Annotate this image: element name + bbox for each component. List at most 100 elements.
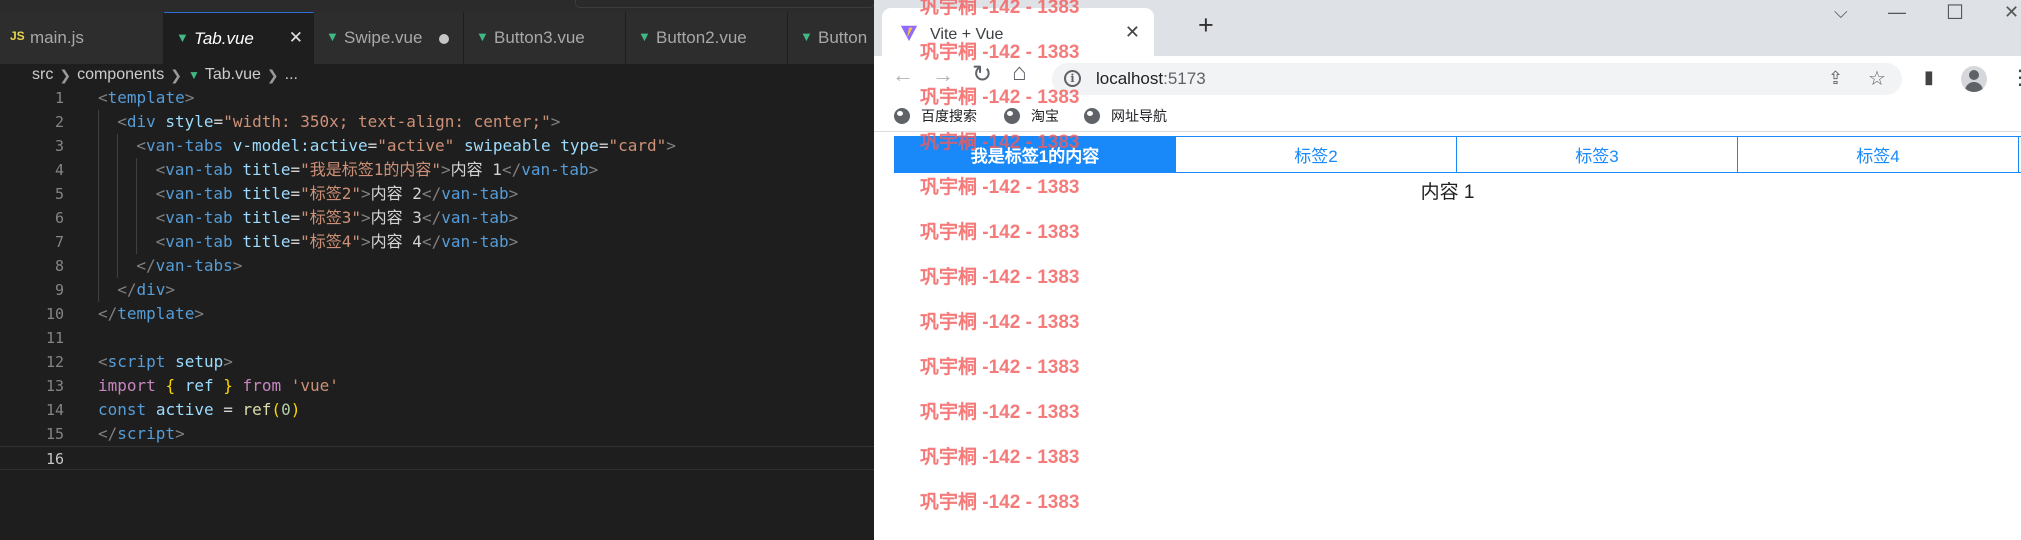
home-button[interactable]: ⌂ bbox=[1012, 59, 1027, 87]
code-line[interactable]: 10 </template> bbox=[0, 302, 874, 326]
breadcrumb-tail[interactable]: ... bbox=[285, 66, 298, 84]
back-button[interactable]: ← bbox=[892, 62, 914, 88]
bookmark-label: 淘宝 bbox=[1031, 108, 1059, 124]
code-line[interactable]: 5 <van-tab title="标签2">内容 2</van-tab> bbox=[0, 182, 874, 206]
reload-button[interactable]: ↻ bbox=[972, 60, 992, 89]
code-token: ( bbox=[271, 400, 282, 419]
close-icon[interactable]: ✕ bbox=[1125, 22, 1140, 43]
tab-4[interactable]: 标签4 bbox=[1738, 137, 2019, 172]
code-token: van-tab bbox=[441, 184, 509, 203]
tab-3[interactable]: 标签3 bbox=[1457, 137, 1738, 172]
menu-icon[interactable]: ⋮ bbox=[2010, 65, 2021, 90]
code-text: </div> bbox=[117, 278, 175, 302]
browser-tab-active[interactable]: Vite + Vue ✕ bbox=[882, 8, 1154, 56]
code-token: 'vue' bbox=[290, 376, 339, 395]
tab-1[interactable]: 我是标签1的内容 bbox=[895, 137, 1176, 172]
code-token: swipeable bbox=[463, 136, 551, 155]
code-line[interactable]: 15 </script> bbox=[0, 422, 874, 446]
close-icon[interactable]: ✕ bbox=[289, 28, 303, 48]
unsaved-dot-icon[interactable] bbox=[439, 34, 449, 44]
chevron-down-icon[interactable]: ⌵ bbox=[1834, 2, 1848, 23]
editor-tab-swipe-vue[interactable]: ▼ Swipe.vue bbox=[314, 12, 464, 64]
line-number: 10 bbox=[45, 305, 64, 323]
code-line[interactable]: 3 <van-tabs v-model:active="active" swipe… bbox=[0, 134, 874, 158]
code-line[interactable]: 9 </div> bbox=[0, 278, 874, 302]
side-panel-icon[interactable]: ▮ bbox=[1924, 67, 1934, 88]
avatar[interactable] bbox=[1961, 66, 1987, 92]
code-line[interactable]: 16 bbox=[0, 446, 874, 470]
editor-tab-button3-vue[interactable]: ▼ Button3.vue bbox=[464, 12, 626, 64]
code-text: </script> bbox=[98, 422, 185, 446]
editor-tab-tab-vue[interactable]: ▼ Tab.vue ✕ bbox=[164, 12, 314, 64]
code-token: type bbox=[560, 136, 599, 155]
code-text: <div style="width: 350x; text-align: cen… bbox=[117, 110, 560, 134]
indent-guide bbox=[136, 206, 138, 230]
code-token: script bbox=[107, 352, 166, 371]
code-token: > bbox=[550, 112, 561, 131]
code-token: from bbox=[242, 376, 282, 395]
code-line[interactable]: 4 <van-tab title="我是标签1的内容">内容 1</van-tab… bbox=[0, 158, 874, 182]
share-icon[interactable]: ⇪ bbox=[1828, 68, 1843, 89]
url-text[interactable]: localhost:5173 bbox=[1096, 69, 1206, 89]
browser-window: Vite + Vue ✕ + ⌵ — ☐ ✕ ← → ↻ ⌂ i localho… bbox=[874, 0, 2021, 540]
code-token: < bbox=[155, 184, 166, 203]
code-line[interactable]: 2 <div style="width: 350x; text-align: ce… bbox=[0, 110, 874, 134]
editor-tab-label: main.js bbox=[30, 28, 84, 47]
code-token: title bbox=[242, 208, 291, 227]
tab-2[interactable]: 标签2 bbox=[1176, 137, 1457, 172]
code-line[interactable]: 14 const active = ref(0) bbox=[0, 398, 874, 422]
code-token: > bbox=[184, 88, 195, 107]
code-token: title bbox=[242, 160, 291, 179]
code-token: "width: 350x; text-align: center;" bbox=[223, 112, 551, 131]
indent-guide bbox=[98, 182, 99, 206]
code-token: van-tab bbox=[441, 232, 509, 251]
minimize-button[interactable]: — bbox=[1888, 2, 1906, 23]
command-center[interactable] bbox=[575, 0, 874, 8]
code-line[interactable]: 11 bbox=[0, 326, 874, 350]
code-token: van-tab bbox=[521, 160, 589, 179]
editor-tab-main-js[interactable]: JS main.js bbox=[0, 12, 164, 64]
code-token: ref bbox=[184, 376, 214, 395]
code-line[interactable]: 12 <script setup> bbox=[0, 350, 874, 374]
bookmark-taobao[interactable]: 淘宝 bbox=[1004, 106, 1059, 126]
code-line[interactable]: 6 <van-tab title="标签3">内容 3</van-tab> bbox=[0, 206, 874, 230]
address-bar[interactable]: i localhost:5173 ⇪ ☆ bbox=[1052, 63, 1902, 95]
bookmark-nav[interactable]: 网址导航 bbox=[1084, 106, 1167, 126]
code-token: < bbox=[155, 232, 166, 251]
close-window-button[interactable]: ✕ bbox=[2004, 2, 2019, 23]
chevron-right-icon: ❯ bbox=[170, 66, 182, 83]
code-line[interactable]: 8 </van-tabs> bbox=[0, 254, 874, 278]
code-line[interactable]: 1 <template> bbox=[0, 86, 874, 110]
breadcrumb-file[interactable]: Tab.vue bbox=[205, 66, 261, 84]
code-token: < bbox=[136, 136, 147, 155]
code-line[interactable]: 7 <van-tab title="标签4">内容 4</van-tab> bbox=[0, 230, 874, 254]
new-tab-button[interactable]: + bbox=[1198, 10, 1214, 41]
indent-guide bbox=[98, 134, 99, 158]
editor-tab-button[interactable]: ▼ Button bbox=[788, 12, 874, 64]
code-token: </ bbox=[117, 280, 137, 299]
maximize-button[interactable]: ☐ bbox=[1946, 0, 1964, 25]
star-icon[interactable]: ☆ bbox=[1868, 66, 1886, 91]
code-token: 内容 4 bbox=[370, 232, 422, 251]
code-text: const active = ref(0) bbox=[98, 398, 300, 422]
code-line[interactable]: 13 import { ref } from 'vue' bbox=[0, 374, 874, 398]
breadcrumb-part-components[interactable]: components bbox=[77, 66, 164, 84]
code-token: setup bbox=[175, 352, 224, 371]
code-text: import { ref } from 'vue' bbox=[98, 374, 339, 398]
line-number: 7 bbox=[54, 233, 64, 251]
editor-tab-button2-vue[interactable]: ▼ Button2.vue bbox=[626, 12, 788, 64]
code-token: script bbox=[117, 424, 176, 443]
code-token: van-tab bbox=[165, 208, 233, 227]
breadcrumb-part-src[interactable]: src bbox=[32, 66, 53, 84]
forward-button[interactable]: → bbox=[932, 62, 954, 88]
code-token: active bbox=[155, 400, 214, 419]
bookmark-baidu[interactable]: 百度搜索 bbox=[894, 106, 977, 126]
info-icon[interactable]: i bbox=[1064, 70, 1081, 87]
code-area[interactable]: 1 <template> 2 <div style="width: 350x; tex… bbox=[0, 86, 874, 540]
vite-logo-icon bbox=[900, 25, 918, 42]
